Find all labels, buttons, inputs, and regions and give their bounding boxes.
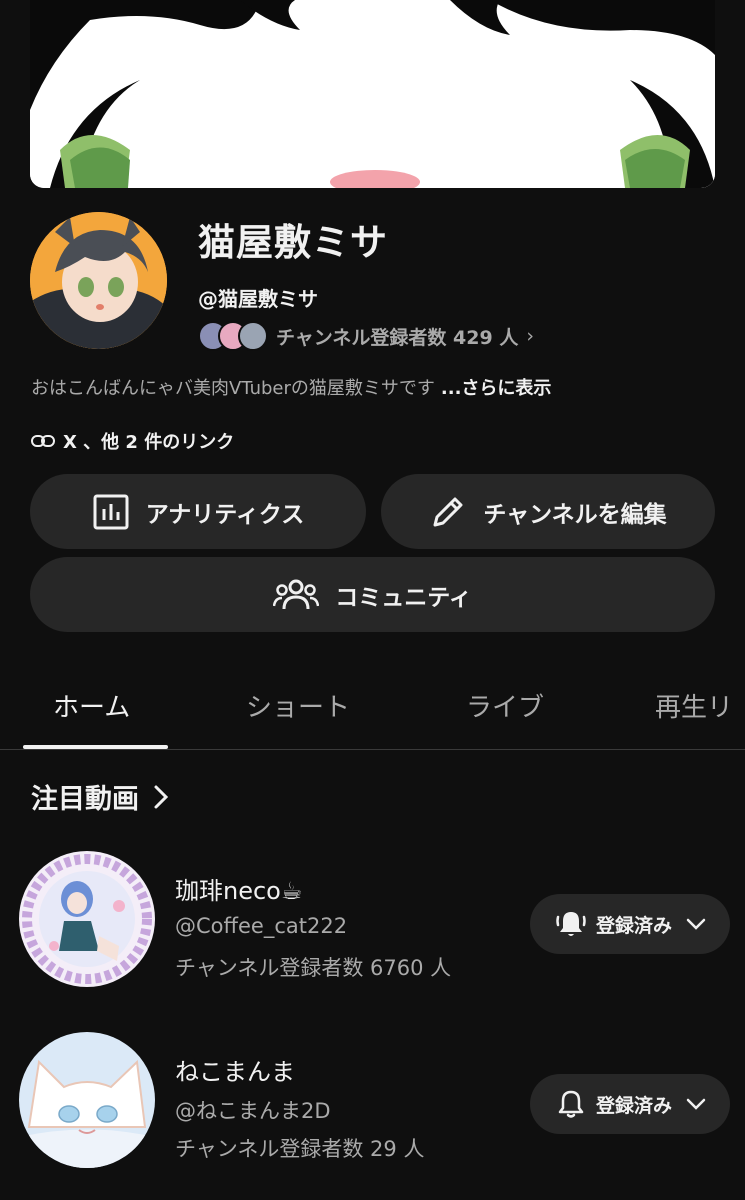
subscriber-row[interactable]: チャンネル登録者数 429 人 › [198, 318, 534, 354]
subscriber-avatar [238, 321, 268, 351]
avatar-artwork [19, 1032, 155, 1168]
tab-shorts[interactable]: ショート [246, 687, 350, 724]
chevron-down-icon [686, 918, 706, 930]
featured-channel-handle: @ねこまんま2D [175, 1099, 331, 1123]
edit-channel-label: チャンネルを編集 [483, 501, 667, 528]
channel-banner [30, 0, 715, 188]
analytics-button[interactable]: アナリティクス [30, 474, 366, 549]
pencil-icon [433, 497, 463, 526]
subscriber-count: チャンネル登録者数 429 人 [276, 326, 519, 349]
subscribed-button[interactable]: 登録済み [530, 894, 730, 954]
featured-channel-subscribers: チャンネル登録者数 6760 人 [175, 956, 452, 980]
subscribed-label: 登録済み [595, 1094, 672, 1117]
featured-channel-name: 珈琲neco☕ [175, 877, 303, 905]
channel-links[interactable]: X 、他 2 件のリンク [31, 428, 234, 454]
featured-channel-item[interactable]: ねこまんま @ねこまんま2D チャンネル登録者数 29 人 登録済み [0, 1032, 745, 1172]
chevron-down-icon [686, 1098, 706, 1110]
avatar-artwork [19, 851, 155, 987]
tab-home[interactable]: ホーム [53, 687, 130, 724]
tab-live[interactable]: ライブ [466, 687, 544, 724]
edit-channel-button[interactable]: チャンネルを編集 [381, 474, 715, 549]
featured-channel-avatar[interactable] [19, 851, 155, 987]
avatar-artwork [30, 212, 167, 349]
channel-name: 猫屋敷ミサ [198, 221, 388, 264]
community-button[interactable]: コミュニティ [30, 557, 715, 632]
bell-ringing-icon [556, 912, 586, 936]
subscribed-button[interactable]: 登録済み [530, 1074, 730, 1134]
active-tab-indicator [23, 745, 168, 749]
community-label: コミュニティ [335, 584, 472, 611]
channel-tabs: ホーム ショート ライブ 再生リ [0, 665, 745, 750]
description-more-link[interactable]: ...さらに表示 [441, 378, 552, 399]
featured-channel-avatar[interactable] [19, 1032, 155, 1168]
people-icon [273, 579, 320, 609]
featured-channel-handle: @Coffee_cat222 [175, 914, 348, 938]
featured-channel-subscribers: チャンネル登録者数 29 人 [175, 1137, 425, 1161]
subscribed-label: 登録済み [595, 914, 672, 937]
chevron-right-icon [154, 785, 169, 808]
channel-handle: @猫屋敷ミサ [198, 287, 318, 311]
bell-outline-icon [558, 1090, 584, 1118]
featured-channel-name: ねこまんま [175, 1058, 295, 1086]
description-text: おはこんばんにゃバ美肉VTuberの猫屋敷ミサです [31, 378, 435, 399]
featured-title-text: 注目動画 [31, 784, 139, 815]
links-text: X 、他 2 件のリンク [63, 432, 235, 453]
tab-playlists[interactable]: 再生リ [655, 687, 733, 724]
chevron-right-icon: › [526, 325, 534, 347]
channel-avatar[interactable] [30, 212, 167, 349]
channel-description[interactable]: おはこんばんにゃバ美肉VTuberの猫屋敷ミサです ...さらに表示 [31, 374, 551, 400]
featured-section-title[interactable]: 注目動画 [31, 777, 169, 816]
link-icon [31, 435, 55, 447]
banner-artwork [30, 0, 715, 188]
analytics-label: アナリティクス [145, 501, 305, 528]
featured-channel-item[interactable]: 珈琲neco☕ @Coffee_cat222 チャンネル登録者数 6760 人 … [0, 851, 745, 991]
analytics-icon [93, 494, 129, 529]
